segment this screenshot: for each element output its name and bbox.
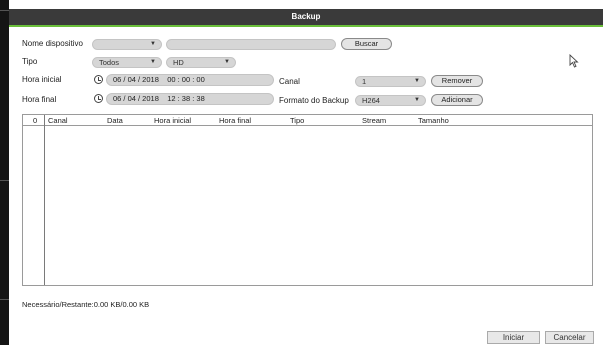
column-header-stream: Stream (362, 116, 387, 125)
stream-type-select[interactable]: HD ▼ (166, 57, 236, 68)
device-name-label: Nome dispositivo (22, 39, 83, 48)
dropdown-arrow-icon: ▼ (414, 97, 420, 103)
clock-icon (94, 75, 103, 84)
end-time-label: Hora final (22, 95, 57, 104)
column-header-end-time: Hora final (219, 116, 252, 125)
type-select[interactable]: Todos ▼ (92, 57, 162, 68)
backup-file-table[interactable]: 0 Canal Data Hora inicial Hora final Tip… (22, 114, 593, 286)
device-name-input[interactable] (166, 39, 336, 50)
column-header-date: Data (107, 116, 123, 125)
window-titlebar: Backup (9, 9, 603, 27)
device-select[interactable]: ▼ (92, 39, 162, 50)
cancel-button[interactable]: Cancelar (545, 331, 594, 344)
edge-tick (0, 10, 9, 11)
remove-button[interactable]: Remover (431, 75, 483, 87)
storage-status: Necessário/Restante:0.00 KB/0.00 KB (22, 300, 150, 309)
backup-format-select[interactable]: H264 ▼ (355, 95, 426, 106)
channel-select[interactable]: 1 ▼ (355, 76, 426, 87)
column-divider (44, 115, 45, 285)
column-header-size: Tamanho (418, 116, 449, 125)
search-button[interactable]: Buscar (341, 38, 392, 50)
table-header: 0 Canal Data Hora inicial Hora final Tip… (23, 115, 592, 126)
backup-format-label: Formato do Backup (279, 96, 349, 105)
dropdown-arrow-icon: ▼ (150, 41, 156, 47)
edge-tick (0, 299, 9, 300)
channel-label: Canal (279, 77, 300, 86)
left-edge-bar (0, 0, 9, 345)
start-button[interactable]: Iniciar (487, 331, 540, 344)
start-time-label: Hora inicial (22, 75, 62, 84)
type-label: Tipo (22, 57, 38, 66)
dropdown-arrow-icon: ▼ (150, 59, 156, 65)
edge-tick (0, 180, 9, 181)
start-time-input[interactable]: 06 / 04 / 2018 00 : 00 : 00 (106, 74, 274, 86)
clock-icon (94, 94, 103, 103)
column-header-type: Tipo (290, 116, 305, 125)
end-time-input[interactable]: 06 / 04 / 2018 12 : 38 : 38 (106, 93, 274, 105)
dropdown-arrow-icon: ▼ (224, 59, 230, 65)
window-title: Backup (291, 12, 321, 21)
column-header-start-time: Hora inicial (154, 116, 192, 125)
dropdown-arrow-icon: ▼ (414, 78, 420, 84)
add-button[interactable]: Adicionar (431, 94, 483, 106)
column-header-select-all[interactable]: 0 (33, 116, 37, 125)
column-header-channel: Canal (48, 116, 68, 125)
